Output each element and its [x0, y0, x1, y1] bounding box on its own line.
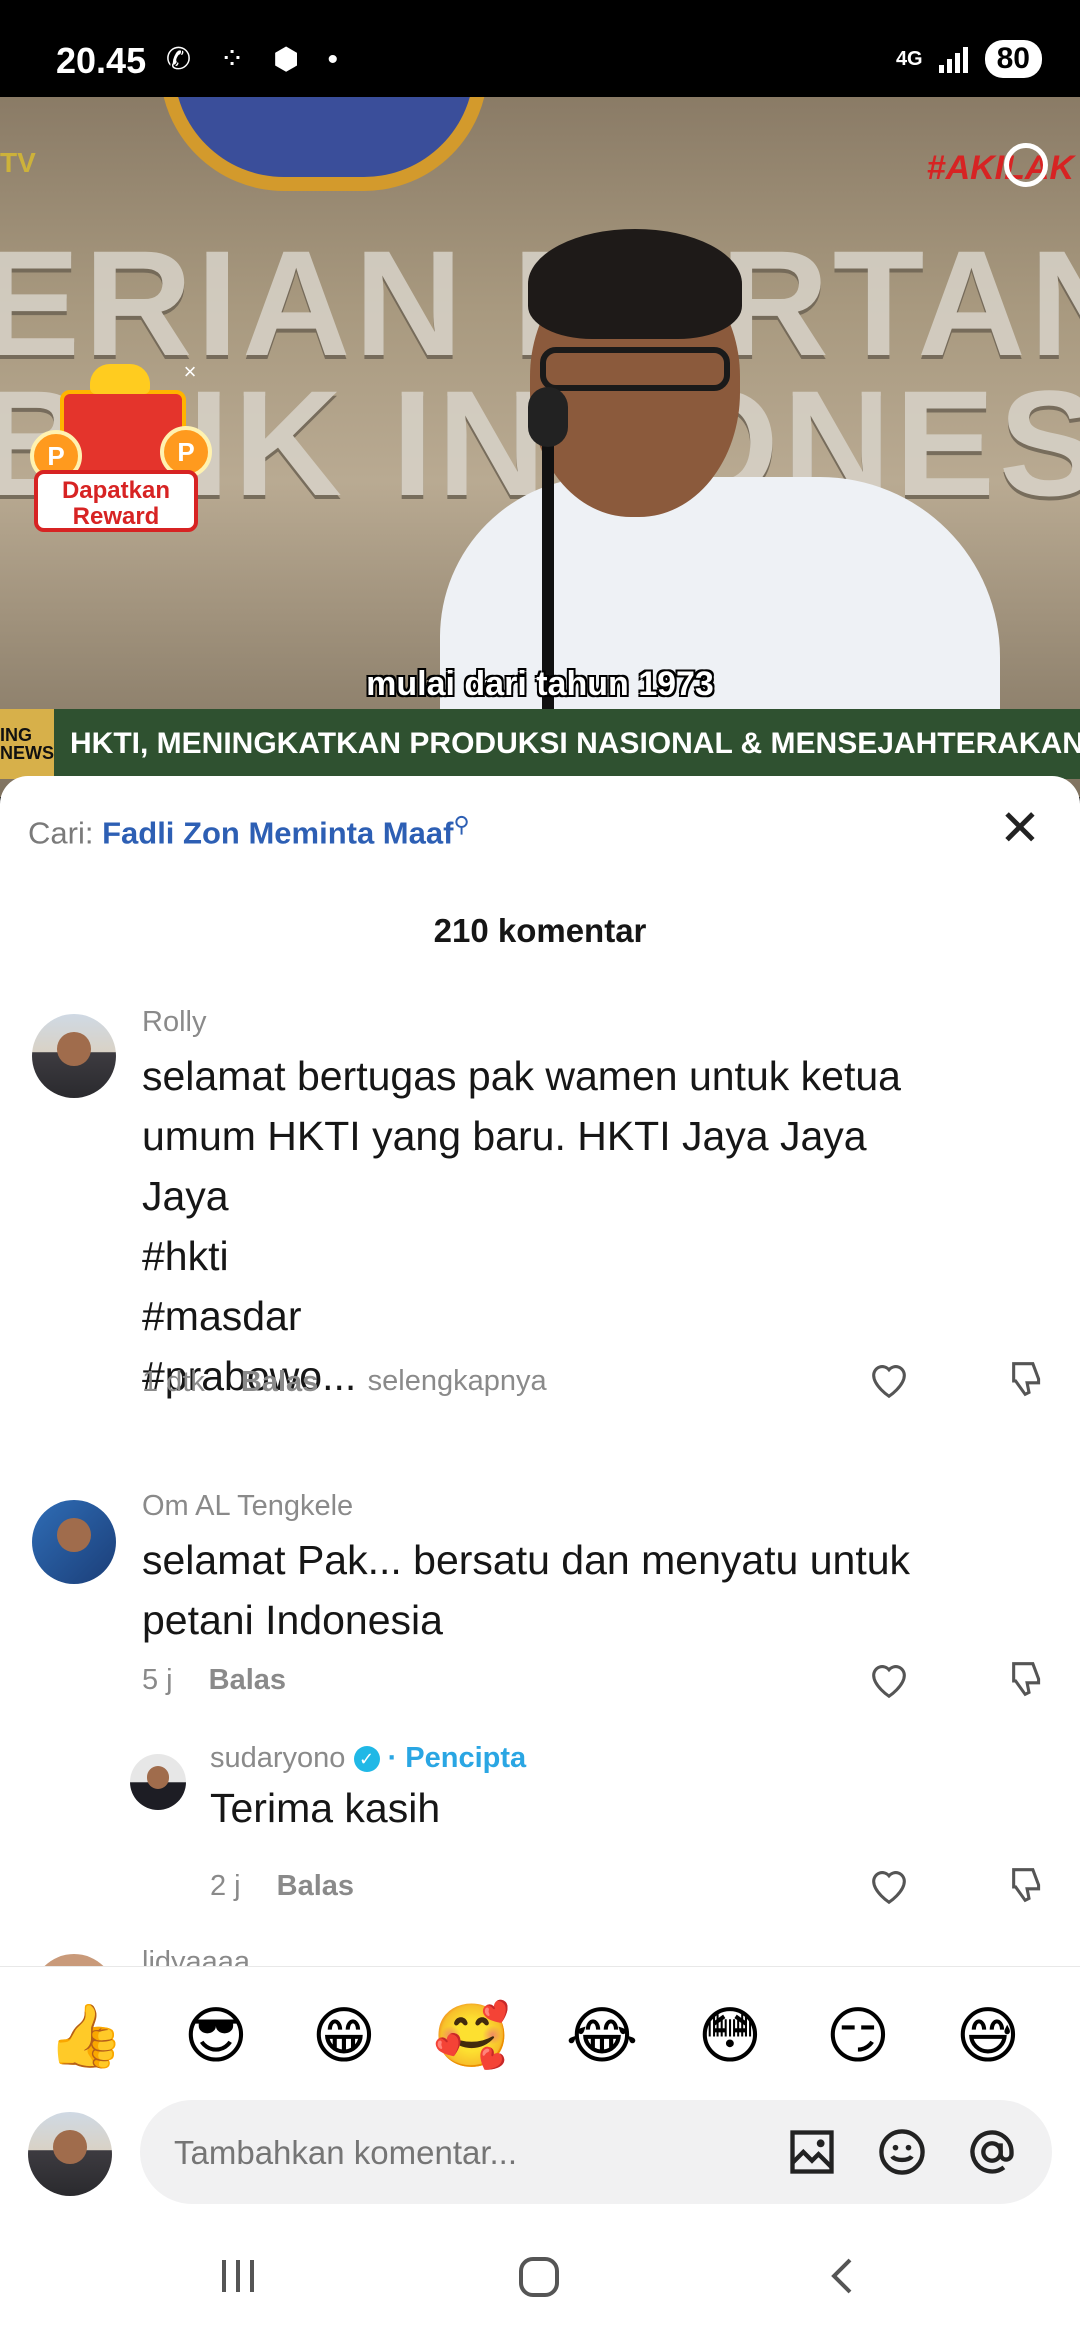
microphone-icon — [528, 387, 568, 447]
heart-icon[interactable] — [866, 1356, 912, 1402]
creator-label: · Pencipta — [387, 1742, 527, 1774]
user-avatar[interactable] — [28, 2112, 112, 2196]
signal-icon — [938, 47, 968, 73]
comment-input-row — [0, 2100, 1080, 2220]
comment-input-box[interactable] — [140, 2100, 1052, 2204]
video-subtitle: mulai dari tahun 1973 — [366, 665, 714, 703]
speaker-glasses — [540, 347, 730, 391]
comment-author[interactable]: Rolly — [142, 1006, 206, 1039]
dislike-icon[interactable] — [1006, 1356, 1052, 1402]
avatar[interactable] — [32, 1500, 116, 1584]
comment-time: 1 dtk — [142, 1366, 205, 1398]
reply-button[interactable]: Balas — [241, 1366, 318, 1398]
network-label: 4G — [895, 47, 923, 70]
comment-time: 2 j — [210, 1870, 241, 1902]
ticker-badge: ING NEWS — [0, 709, 54, 779]
mention-icon[interactable] — [966, 2126, 1018, 2178]
search-query-link[interactable]: Fadli Zon Meminta Maaf — [102, 815, 453, 850]
news-ticker: ING NEWS HKTI, MENINGKATKAN PRODUKSI NAS… — [0, 709, 1080, 779]
close-button[interactable]: ✕ — [992, 800, 1048, 856]
verified-icon: ✓ — [353, 1746, 380, 1773]
avatar[interactable] — [130, 1754, 186, 1810]
comment-time: 5 j — [142, 1664, 173, 1696]
dislike-icon[interactable] — [1006, 1656, 1052, 1702]
emoji-sweat-smile[interactable]: 😅 — [948, 1997, 1028, 2077]
emoji-flushed[interactable]: 😳 — [690, 1997, 770, 2077]
reward-close-button[interactable]: × — [178, 360, 202, 384]
emoji-laugh[interactable]: 😂 — [562, 1997, 642, 2077]
image-icon[interactable] — [786, 2126, 838, 2178]
emoji-quick-bar: 👍 😎 😁 🥰 😂 😳 😏 😅 — [0, 1966, 1080, 2107]
comment-meta: 2 j Balas — [210, 1870, 354, 1903]
search-icon: ⚲ — [453, 812, 470, 837]
emoji-icon[interactable] — [876, 2126, 928, 2178]
battery-level: 80 — [996, 42, 1030, 75]
status-time: 20.45 — [56, 40, 147, 81]
reward-label-line2: Reward — [72, 503, 160, 530]
reply-button[interactable]: Balas — [209, 1664, 286, 1696]
status-bar: 20.45 ✆ ⁘ ⬢ • 4G 80 — [0, 0, 1080, 97]
comment-item: Om AL Tengkele selamat Pak... bersatu da… — [0, 1486, 1080, 1699]
back-icon[interactable] — [822, 2254, 866, 2298]
system-nav-bar — [0, 2220, 1080, 2340]
heart-icon[interactable] — [866, 1656, 912, 1702]
reward-label: Dapatkan Reward — [34, 470, 198, 532]
reply-button[interactable]: Balas — [277, 1870, 354, 1902]
search-icon[interactable] — [1004, 143, 1048, 187]
heart-icon[interactable] — [866, 1862, 912, 1908]
comment-author[interactable]: sudaryono — [210, 1742, 345, 1774]
reward-widget[interactable]: P P × Dapatkan Reward — [30, 360, 212, 538]
comment-item: Rolly selamat bertugas pak wamen untuk k… — [0, 1006, 1080, 1406]
reply-author-row: sudaryono ✓ · Pencipta — [210, 1742, 526, 1775]
battery-indicator: 80 — [984, 40, 1042, 78]
dislike-icon[interactable] — [1006, 1862, 1052, 1908]
comment-meta: 5 j Balas — [142, 1664, 286, 1697]
home-icon[interactable] — [516, 2254, 562, 2300]
status-right: 4G 80 — [896, 40, 1042, 78]
comment-meta: 1 dtk Balas — [142, 1366, 318, 1399]
reward-label-line1: Dapatkan — [61, 477, 171, 504]
comment-count: 210 komentar — [433, 912, 647, 949]
comment-text: Terima kasih — [210, 1785, 441, 1831]
see-more-link[interactable]: selengkapnya — [368, 1365, 547, 1397]
ticker-badge-line2: NEWS — [0, 743, 54, 763]
speaker-hair — [528, 229, 742, 339]
emoji-grin[interactable]: 😁 — [304, 1997, 384, 2077]
emblem-graphic — [160, 97, 488, 191]
recent-apps-icon[interactable] — [216, 2254, 260, 2298]
tv-logo: TV — [0, 147, 36, 178]
comment-author[interactable]: Om AL Tengkele — [142, 1490, 353, 1523]
emoji-sunglasses[interactable]: 😎 — [176, 1997, 256, 2077]
avatar[interactable] — [32, 1014, 116, 1098]
comment-text: selamat Pak... bersatu dan menyatu untuk… — [142, 1537, 911, 1643]
comment-input[interactable] — [172, 2126, 736, 2180]
search-suggestion[interactable]: Cari: Fadli Zon Meminta Maaf⚲ — [28, 812, 470, 851]
emoji-thumbs-up[interactable]: 👍 — [46, 1997, 126, 2077]
search-prefix: Cari: — [28, 815, 94, 851]
gift-bow-icon — [90, 364, 150, 394]
reply-item: sudaryono ✓ · Pencipta Terima kasih 2 j B… — [0, 1742, 1080, 1905]
ticker-text: HKTI, MENINGKATKAN PRODUKSI NASIONAL & M… — [70, 727, 1080, 760]
emoji-hearts[interactable]: 🥰 — [432, 1997, 512, 2077]
emoji-smirk[interactable]: 😏 — [818, 1997, 898, 2077]
notification-icons: ✆ ⁘ ⬢ • — [166, 43, 348, 76]
ticker-badge-line1: ING — [0, 725, 33, 745]
comment-body: selamat bertugas pak wamen untuk ketua u… — [142, 1053, 901, 1399]
